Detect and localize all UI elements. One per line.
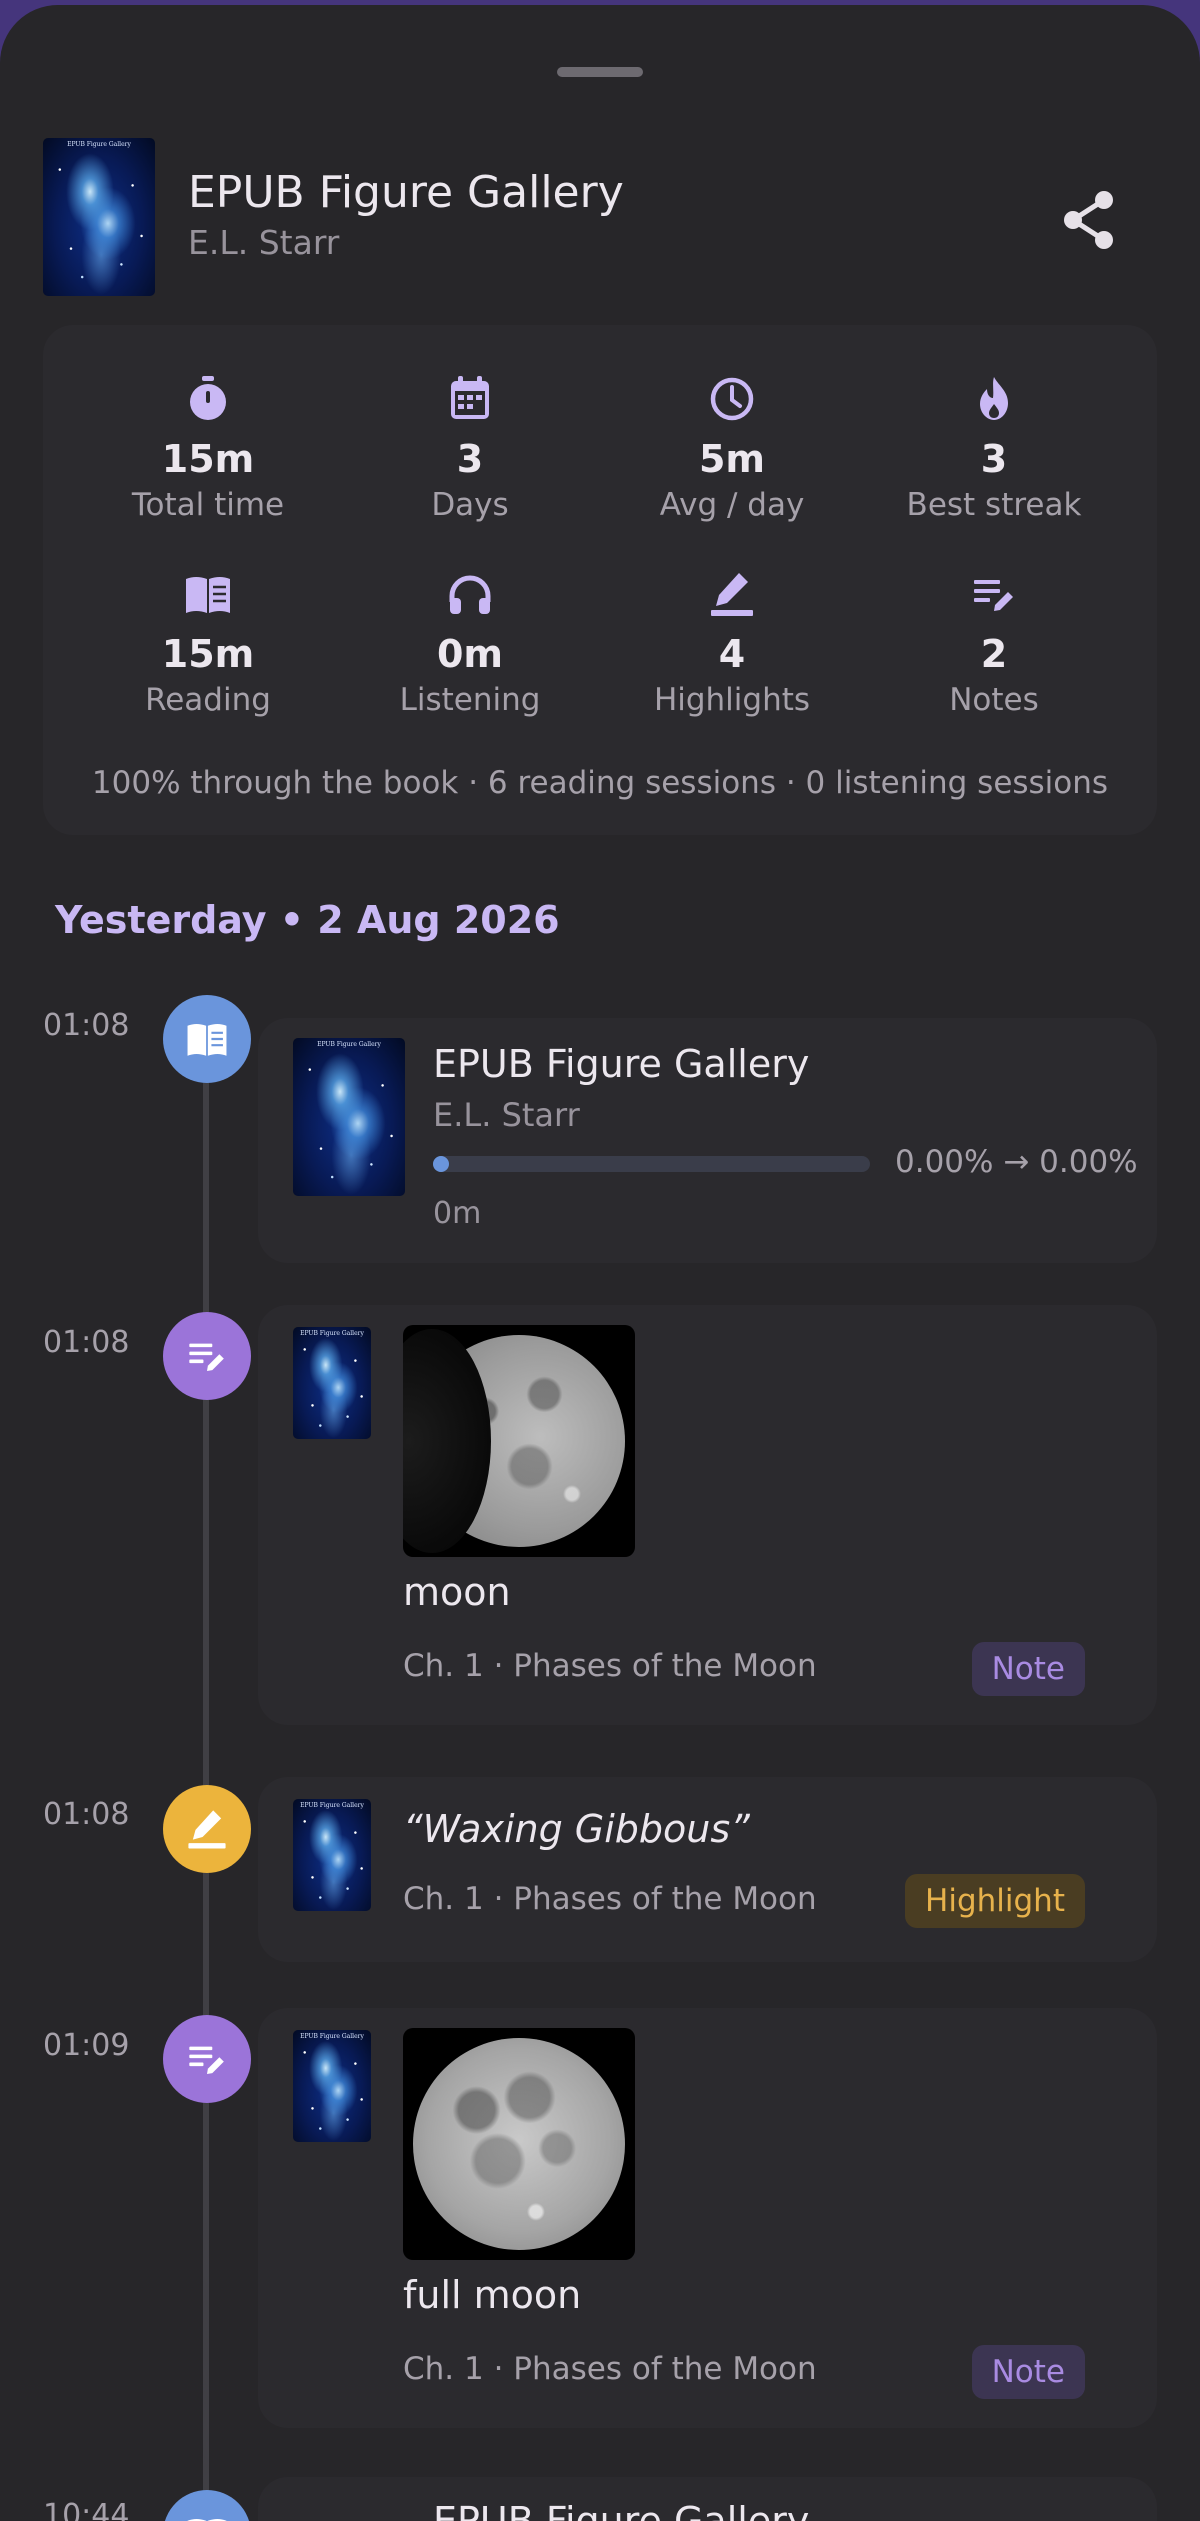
note-icon bbox=[189, 2046, 224, 2075]
stat-highlights: 4 Highlights bbox=[601, 568, 863, 720]
note-card[interactable]: EPUB Figure Gallery full moon Ch. 1 · Ph… bbox=[258, 2008, 1157, 2428]
headphones-icon bbox=[449, 575, 491, 614]
highlight-card[interactable]: EPUB Figure Gallery “Waxing Gibbous” Ch.… bbox=[258, 1777, 1157, 1962]
note-marker bbox=[163, 2015, 251, 2103]
stat-value: 15m bbox=[161, 632, 255, 676]
note-text: full moon bbox=[403, 2273, 582, 2317]
stat-value: 5m bbox=[698, 437, 766, 481]
chapter-label: Ch. 1 · Phases of the Moon bbox=[403, 1648, 817, 1684]
figure-image-waxing-gibbous-moon bbox=[403, 1325, 635, 1557]
highlight-badge: Highlight bbox=[905, 1874, 1085, 1928]
stat-label: Avg / day bbox=[659, 487, 805, 523]
share-icon bbox=[1064, 191, 1113, 249]
progress-fill bbox=[433, 1156, 449, 1172]
timer-icon bbox=[190, 376, 226, 420]
stats-summary: 100% through the book · 6 reading sessio… bbox=[91, 765, 1109, 801]
book-cover: EPUB Figure Gallery bbox=[293, 2030, 371, 2142]
session-book-title: EPUB Figure Gallery bbox=[433, 2499, 810, 2521]
stat-label: Listening bbox=[399, 682, 541, 718]
highlighter-icon bbox=[188, 1810, 226, 1849]
note-icon bbox=[974, 580, 1013, 611]
note-card[interactable]: EPUB Figure Gallery moon Ch. 1 · Phases … bbox=[258, 1305, 1157, 1725]
cover-title: EPUB Figure Gallery bbox=[67, 141, 131, 148]
cover-title: EPUB Figure Gallery bbox=[300, 2033, 364, 2040]
reading-session-card[interactable]: EPUB Figure Gallery EPUB Figure Gallery … bbox=[258, 1018, 1157, 1263]
stat-label: Days bbox=[431, 487, 509, 523]
session-duration: 0m bbox=[433, 1196, 482, 1231]
stat-value: 15m bbox=[161, 437, 255, 481]
flame-icon bbox=[980, 377, 1008, 420]
highlight-marker bbox=[163, 1785, 251, 1873]
cover-title: EPUB Figure Gallery bbox=[317, 1041, 381, 1048]
chapter-label: Ch. 1 · Phases of the Moon bbox=[403, 2351, 817, 2387]
stat-best-streak: 3 Best streak bbox=[863, 373, 1125, 525]
book-cover: EPUB Figure Gallery bbox=[293, 1038, 405, 1196]
entry-time: 01:08 bbox=[43, 1325, 130, 1360]
stat-label: Total time bbox=[131, 487, 285, 523]
book-icon bbox=[187, 2518, 227, 2521]
stat-avg-day: 5m Avg / day bbox=[601, 373, 863, 525]
book-title: EPUB Figure Gallery bbox=[188, 167, 624, 218]
clock-icon bbox=[710, 377, 754, 421]
reading-session-card[interactable]: EPUB Figure Gallery bbox=[258, 2477, 1157, 2521]
stat-value: 0m bbox=[436, 632, 504, 676]
book-cover: EPUB Figure Gallery bbox=[293, 1799, 371, 1911]
stat-value: 4 bbox=[718, 632, 746, 676]
stat-value: 3 bbox=[456, 437, 484, 481]
stat-label: Reading bbox=[145, 682, 271, 718]
progress-bar bbox=[433, 1156, 870, 1172]
calendar-icon bbox=[451, 376, 489, 419]
date-header: Yesterday • 2 Aug 2026 bbox=[55, 898, 560, 942]
stat-label: Notes bbox=[949, 682, 1039, 718]
stat-value: 2 bbox=[980, 632, 1008, 676]
stat-days: 3 Days bbox=[339, 373, 601, 525]
book-icon bbox=[187, 1023, 227, 1056]
note-marker bbox=[163, 1312, 251, 1400]
session-book-author: E.L. Starr bbox=[433, 1096, 580, 1134]
highlighter-icon bbox=[711, 573, 753, 616]
highlight-text: “Waxing Gibbous” bbox=[403, 1807, 750, 1851]
stat-label: Highlights bbox=[653, 682, 811, 718]
stats-card: 15m Total time 3 Days 5m Avg / day 3 Bes… bbox=[43, 325, 1157, 835]
entry-time: 01:08 bbox=[43, 1797, 130, 1832]
book-cover: EPUB Figure Gallery bbox=[293, 1327, 371, 1439]
reading-session-marker bbox=[163, 995, 251, 1083]
stat-total-time: 15m Total time bbox=[77, 373, 339, 525]
chapter-label: Ch. 1 · Phases of the Moon bbox=[403, 1881, 817, 1917]
progress-range: 0.00% → 0.00% bbox=[895, 1144, 1138, 1180]
cover-title: EPUB Figure Gallery bbox=[300, 1802, 364, 1809]
stat-value: 3 bbox=[980, 437, 1008, 481]
stat-listening: 0m Listening bbox=[339, 568, 601, 720]
book-stats-sheet: EPUB Figure Gallery EPUB Figure Gallery … bbox=[0, 5, 1200, 2521]
moon-image bbox=[403, 1329, 625, 1553]
stat-notes: 2 Notes bbox=[863, 568, 1125, 720]
session-book-title: EPUB Figure Gallery bbox=[433, 1042, 810, 1086]
stat-label: Best streak bbox=[906, 487, 1082, 523]
reading-session-marker bbox=[163, 2490, 251, 2521]
stat-reading: 15m Reading bbox=[77, 568, 339, 720]
note-badge: Note bbox=[971, 1642, 1085, 1696]
drag-handle[interactable] bbox=[557, 67, 643, 77]
book-icon bbox=[186, 577, 230, 613]
book-cover: EPUB Figure Gallery bbox=[43, 138, 155, 296]
cover-title: EPUB Figure Gallery bbox=[300, 1330, 364, 1337]
entry-time: 10:44 bbox=[43, 2498, 130, 2521]
book-author: E.L. Starr bbox=[188, 223, 340, 262]
note-text: moon bbox=[403, 1570, 511, 1614]
share-button[interactable] bbox=[1060, 188, 1120, 252]
entry-time: 01:09 bbox=[43, 2028, 130, 2063]
moon-image bbox=[413, 2038, 625, 2250]
note-icon bbox=[189, 1343, 224, 1372]
timeline-rail bbox=[203, 1045, 209, 2521]
figure-image-full-moon bbox=[403, 2028, 635, 2260]
entry-time: 01:08 bbox=[43, 1008, 130, 1043]
note-badge: Note bbox=[971, 2345, 1085, 2399]
